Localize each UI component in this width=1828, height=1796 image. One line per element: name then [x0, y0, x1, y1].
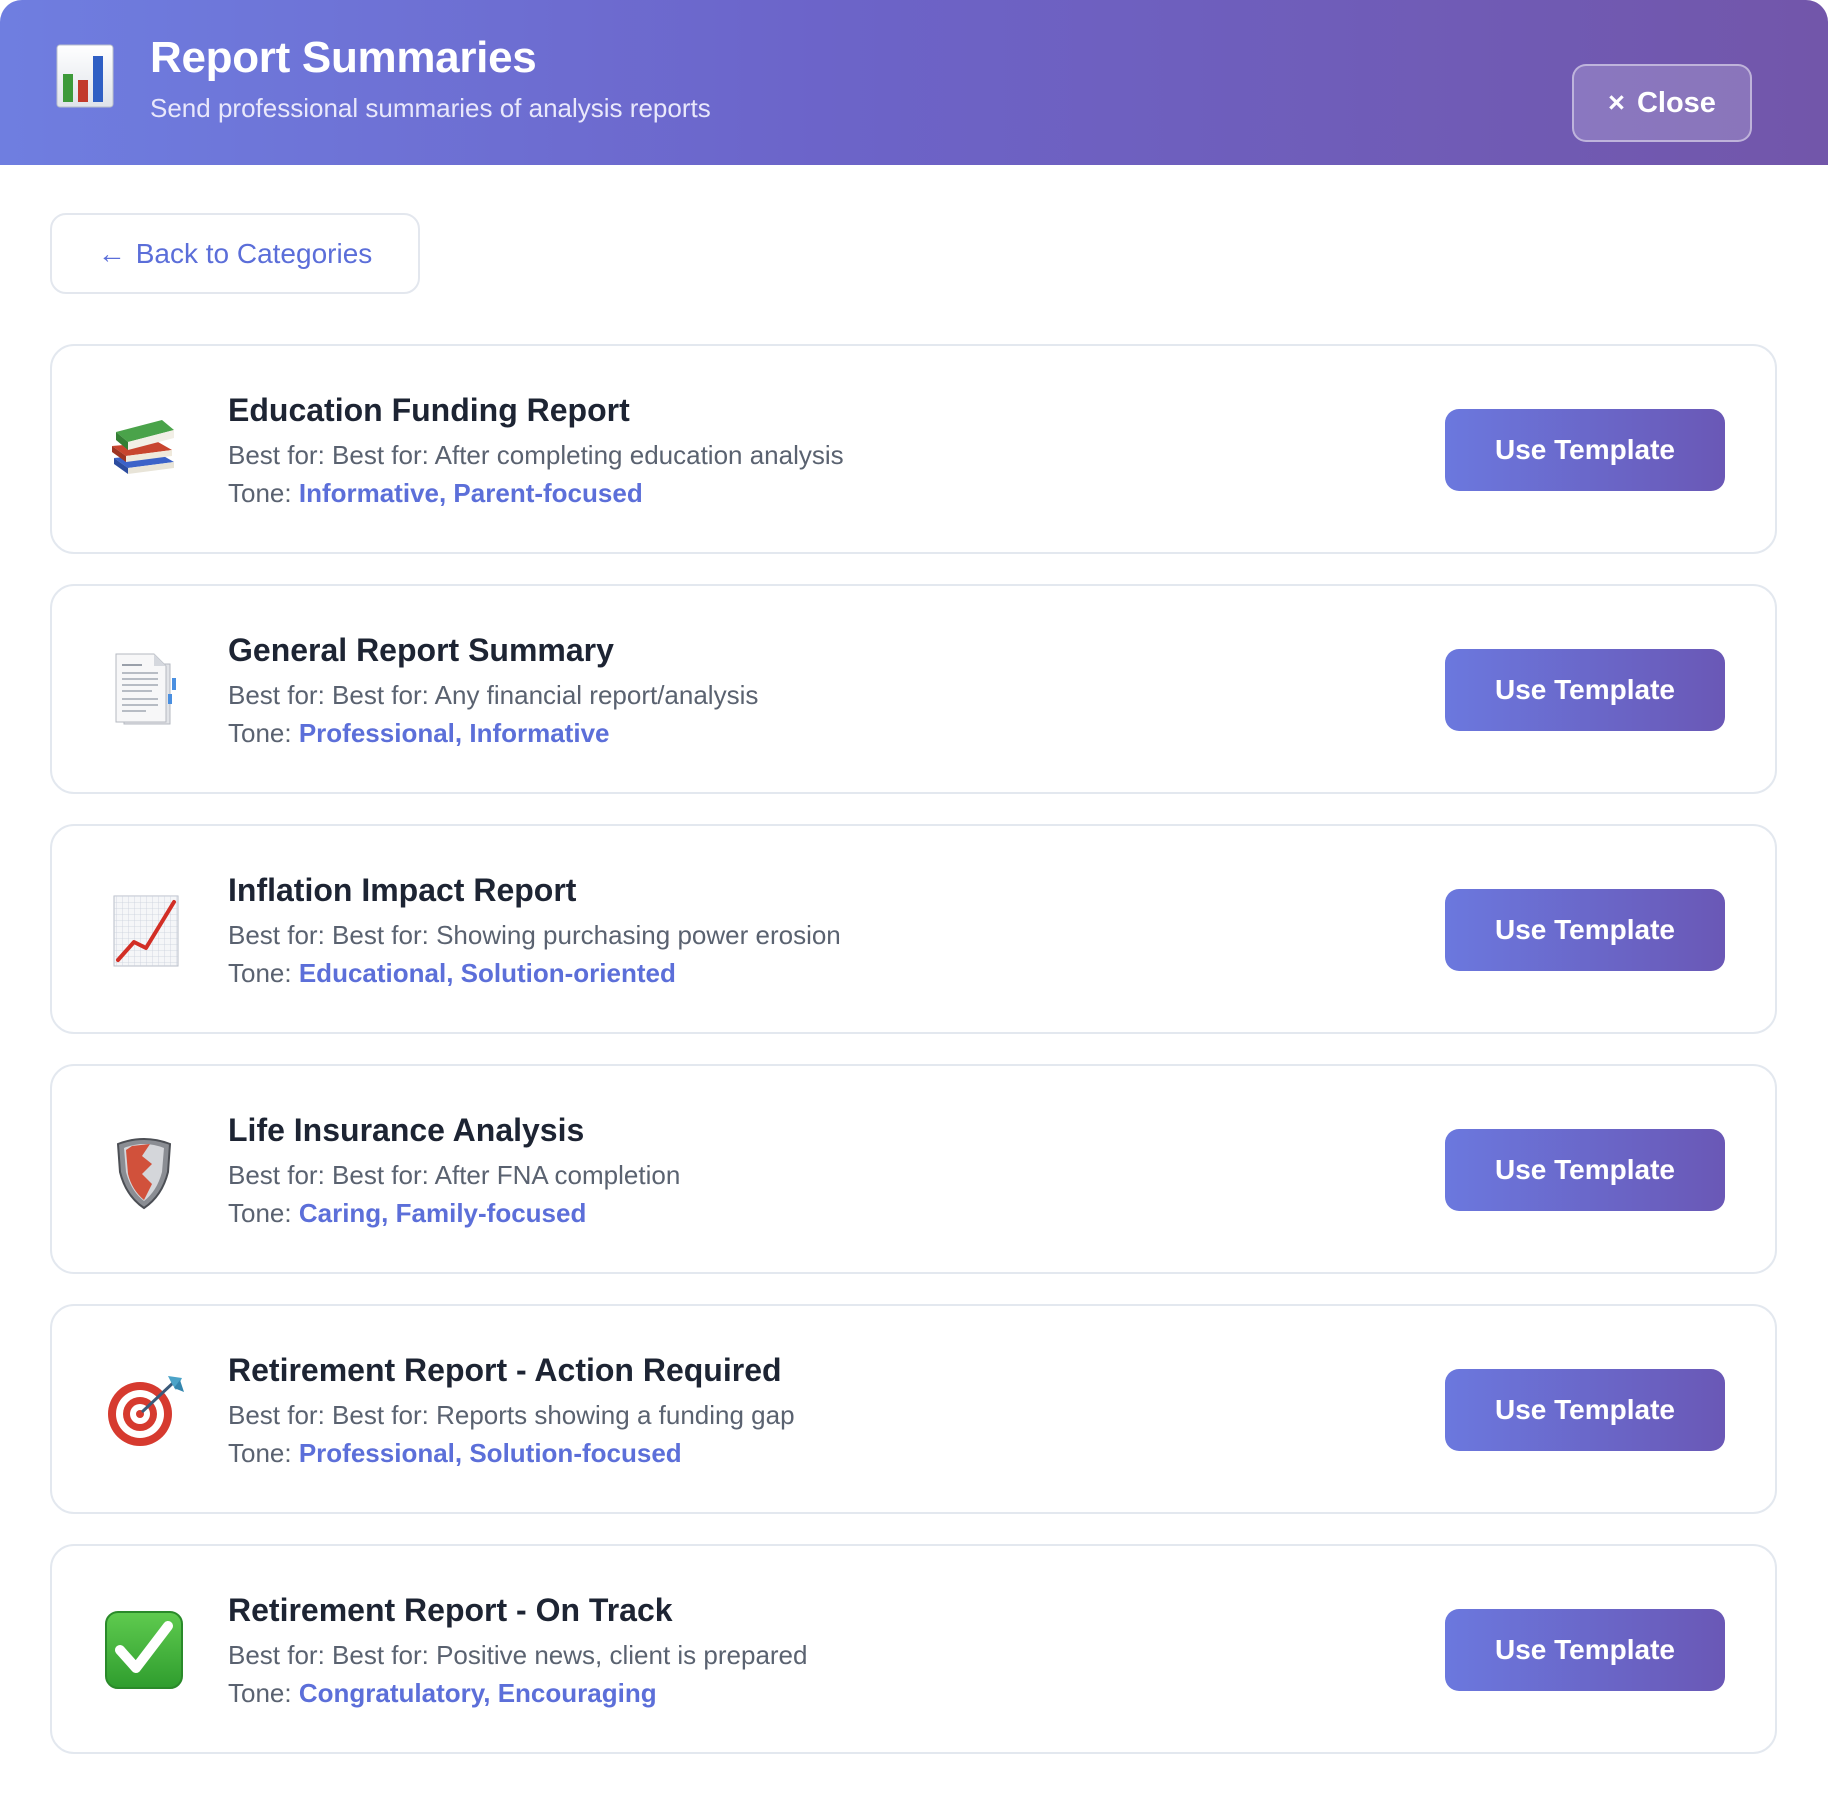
template-card: Inflation Impact Report Best for: Best f…: [50, 824, 1777, 1034]
template-title: Inflation Impact Report: [228, 872, 577, 908]
modal-content: ← Back to Categories Education Funding R…: [0, 165, 1828, 1754]
template-info: Inflation Impact Report Best for: Best f…: [228, 868, 841, 992]
template-tone: Tone: Informative, Parent-focused: [228, 474, 844, 512]
template-info: Life Insurance Analysis Best for: Best f…: [228, 1108, 680, 1232]
modal-subtitle: Send professional summaries of analysis …: [150, 92, 711, 123]
template-tone: Tone: Professional, Solution-focused: [228, 1434, 795, 1472]
back-to-categories-button[interactable]: ← Back to Categories: [50, 213, 420, 294]
use-template-button[interactable]: Use Template: [1445, 1369, 1725, 1451]
check-mark-icon: [104, 1610, 184, 1690]
target-icon: [104, 1370, 184, 1450]
template-tone: Tone: Educational, Solution-oriented: [228, 954, 841, 992]
tone-value: Educational, Solution-oriented: [298, 958, 676, 988]
tone-prefix: Tone:: [228, 478, 292, 508]
back-button-label: Back to Categories: [135, 237, 373, 269]
template-card: General Report Summary Best for: Best fo…: [50, 584, 1777, 794]
template-best-for: Best for: Best for: After FNA completion: [228, 1160, 681, 1190]
template-info: Retirement Report - On Track Best for: B…: [228, 1588, 807, 1712]
template-card: Education Funding Report Best for: Best …: [50, 344, 1777, 554]
document-icon: [104, 650, 184, 730]
tone-prefix: Tone:: [228, 1678, 292, 1708]
modal-header: Report Summaries Send professional summa…: [0, 0, 1828, 165]
close-button[interactable]: × Close: [1572, 64, 1752, 142]
tone-value: Congratulatory, Encouraging: [298, 1678, 657, 1708]
template-title: Retirement Report - Action Required: [228, 1352, 782, 1388]
use-template-button[interactable]: Use Template: [1445, 1609, 1725, 1691]
template-title: Retirement Report - On Track: [228, 1592, 673, 1628]
template-tone: Tone: Professional, Informative: [228, 714, 758, 752]
template-title: General Report Summary: [228, 632, 614, 668]
use-template-button[interactable]: Use Template: [1445, 1129, 1725, 1211]
template-tone: Tone: Congratulatory, Encouraging: [228, 1674, 807, 1712]
template-title: Education Funding Report: [228, 392, 630, 428]
template-card: Retirement Report - Action Required Best…: [50, 1304, 1777, 1514]
template-tone: Tone: Caring, Family-focused: [228, 1194, 680, 1232]
template-card: Life Insurance Analysis Best for: Best f…: [50, 1064, 1777, 1274]
template-title: Life Insurance Analysis: [228, 1112, 585, 1148]
report-summaries-modal: Report Summaries Send professional summa…: [0, 0, 1828, 1796]
tone-value: Caring, Family-focused: [298, 1198, 587, 1228]
template-best-for: Best for: Best for: Any financial report…: [228, 680, 759, 710]
modal-title: Report Summaries: [150, 32, 537, 82]
chart-increasing-icon: [104, 890, 184, 970]
tone-value: Professional, Solution-focused: [298, 1438, 682, 1468]
template-best-for: Best for: Best for: Positive news, clien…: [228, 1640, 808, 1670]
tone-prefix: Tone:: [228, 958, 292, 988]
close-label: Close: [1636, 86, 1716, 119]
arrow-left-icon: ←: [97, 237, 126, 269]
template-best-for: Best for: Best for: After completing edu…: [228, 440, 844, 470]
tone-prefix: Tone:: [228, 718, 292, 748]
template-best-for: Best for: Best for: Reports showing a fu…: [228, 1400, 795, 1430]
bar-chart-icon: [56, 44, 114, 108]
tone-prefix: Tone:: [228, 1198, 292, 1228]
tone-value: Professional, Informative: [298, 718, 610, 748]
template-info: Retirement Report - Action Required Best…: [228, 1348, 795, 1472]
use-template-button[interactable]: Use Template: [1445, 889, 1725, 971]
template-list: Education Funding Report Best for: Best …: [50, 344, 1778, 1754]
template-info: Education Funding Report Best for: Best …: [228, 388, 844, 512]
use-template-button[interactable]: Use Template: [1445, 649, 1725, 731]
close-icon: ×: [1608, 86, 1625, 119]
template-card: Retirement Report - On Track Best for: B…: [50, 1544, 1777, 1754]
books-icon: [104, 410, 184, 490]
tone-value: Informative, Parent-focused: [298, 478, 643, 508]
use-template-button[interactable]: Use Template: [1445, 409, 1725, 491]
shield-icon: [104, 1130, 184, 1210]
template-info: General Report Summary Best for: Best fo…: [228, 628, 758, 752]
tone-prefix: Tone:: [228, 1438, 292, 1468]
template-best-for: Best for: Best for: Showing purchasing p…: [228, 920, 841, 950]
